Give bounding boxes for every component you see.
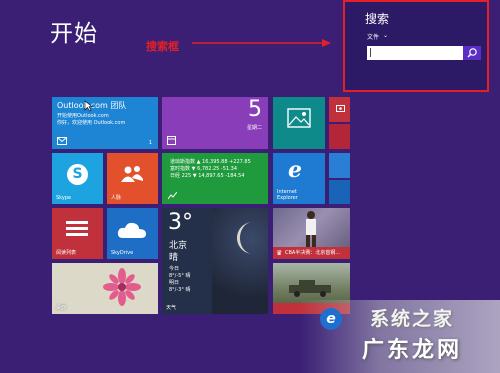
index-name: 道琼斯指数 xyxy=(170,159,196,165)
skype-icon: S xyxy=(67,164,88,185)
tile-photos[interactable] xyxy=(273,97,325,149)
search-button[interactable] xyxy=(463,46,481,60)
reader-label: 阅读列表 xyxy=(56,250,77,256)
desktop-label: 桌面 xyxy=(56,305,67,311)
skydrive-label: SkyDrive xyxy=(111,250,134,256)
ie-icon: e xyxy=(288,157,302,183)
outlook-count: 1 xyxy=(148,140,152,146)
tile-finance[interactable]: 道琼斯指数 ▲ 16,395.88 +227.85 富时指数 ▼ 6,782.2… xyxy=(162,153,268,204)
tile-skydrive[interactable]: SkyDrive xyxy=(107,208,158,259)
tile-desktop[interactable]: 桌面 xyxy=(52,263,158,314)
vehicle-figure xyxy=(289,280,331,297)
tile-partial-4[interactable] xyxy=(329,180,350,204)
index-name: 富时指数 xyxy=(170,166,191,172)
watermark-line2: 广东龙网 xyxy=(362,338,463,363)
calendar-weekday: 星期二 xyxy=(246,125,262,131)
tile-sports[interactable]: ♛ CBA半决赛：北京首钢... xyxy=(273,208,350,259)
start-title: 开始 xyxy=(50,21,98,47)
tile-weather[interactable]: 3° 北京 晴 今日 8°/-5° 晴 明日 8°/-3° 晴 天气 xyxy=(162,208,268,314)
moon-icon xyxy=(236,222,254,255)
tile-calendar[interactable]: 5 星期二 xyxy=(162,97,268,149)
search-input[interactable]: | xyxy=(367,46,463,60)
video-icon xyxy=(336,105,345,112)
reading-list-icon xyxy=(66,221,88,236)
watermark-logo: e xyxy=(320,308,342,330)
mouse-cursor-icon xyxy=(84,100,93,112)
tile-skype[interactable]: S Skype xyxy=(52,153,103,204)
index-value: 14,897.65 -184.54 xyxy=(198,173,245,179)
people-icon xyxy=(121,166,143,182)
watermark-line1: 系统之家 xyxy=(370,308,455,330)
weather-forecast: 今日 8°/-5° 晴 明日 8°/-3° 晴 xyxy=(169,266,190,294)
tile-partial-3[interactable] xyxy=(329,153,350,178)
trend-down-icon: ▼ xyxy=(191,166,196,172)
trend-down-icon: ▼ xyxy=(192,173,197,179)
trend-up-icon: ▲ xyxy=(196,159,201,165)
tile-ie[interactable]: e Internet Explorer xyxy=(273,153,325,204)
annotation-arrow xyxy=(192,38,332,48)
outlook-line1: 开始使用Outlook.com xyxy=(57,113,109,119)
search-title: 搜索 xyxy=(365,12,390,26)
mail-icon xyxy=(57,137,67,145)
forecast-today-label: 今日 xyxy=(169,266,180,272)
forecast-tomorrow: 8°/-3° 晴 xyxy=(169,287,191,293)
index-name: 日经 225 xyxy=(170,173,192,179)
news-headline: CBA半决赛：北京首钢... xyxy=(285,250,341,256)
flower-image xyxy=(103,268,141,306)
tile-video-partial[interactable] xyxy=(329,97,350,122)
finance-rows: 道琼斯指数 ▲ 16,395.88 +227.85 富时指数 ▼ 6,782.2… xyxy=(170,159,251,180)
index-value: 16,395.88 +227.85 xyxy=(202,159,251,165)
people-label: 人脉 xyxy=(111,195,122,201)
chart-icon xyxy=(168,192,177,200)
trophy-icon: ♛ xyxy=(276,249,283,257)
search-icon xyxy=(467,48,477,58)
forecast-today: 8°/-5° 晴 xyxy=(169,273,191,279)
weather-condition: 晴 xyxy=(169,253,179,263)
tile-people[interactable]: 人脉 xyxy=(107,153,158,204)
tile-partial-2[interactable] xyxy=(329,124,350,149)
weather-temp: 3° xyxy=(168,210,193,235)
tile-outlook[interactable]: Outlook.com 团队 开始使用Outlook.com 你好，欢迎使用 O… xyxy=(52,97,158,149)
index-value: 6,782.25 -51.34 xyxy=(197,166,238,172)
ie-label: Internet Explorer xyxy=(277,189,298,201)
chevron-down-icon: ⌄ xyxy=(383,32,389,39)
search-panel: 搜索 文件 ⌄ | xyxy=(343,0,489,92)
search-scope-label: 文件 xyxy=(367,34,380,41)
forecast-tomorrow-label: 明日 xyxy=(169,280,180,286)
finance-row: 富时指数 ▼ 6,782.25 -51.34 xyxy=(170,166,251,173)
cloud-icon xyxy=(117,222,146,238)
text-cursor: | xyxy=(369,48,373,58)
skype-label: Skype xyxy=(56,195,72,201)
player-figure xyxy=(306,211,316,248)
finance-row: 日经 225 ▼ 14,897.65 -184.54 xyxy=(170,173,251,180)
photo-icon xyxy=(287,108,311,128)
tile-reader[interactable]: 阅读列表 xyxy=(52,208,103,259)
search-scope-dropdown[interactable]: 文件 ⌄ xyxy=(367,32,388,41)
finance-row: 道琼斯指数 ▲ 16,395.88 +227.85 xyxy=(170,159,251,166)
annotation-label: 搜索框 xyxy=(146,40,179,53)
ie-label-2: Explorer xyxy=(277,195,298,201)
watermark: e 系统之家 广东龙网 xyxy=(300,300,500,373)
weather-label: 天气 xyxy=(166,305,177,311)
outlook-line2: 你好，欢迎使用 Outlook.com xyxy=(57,120,126,126)
calendar-icon xyxy=(167,136,176,145)
calendar-day: 5 xyxy=(248,97,262,122)
